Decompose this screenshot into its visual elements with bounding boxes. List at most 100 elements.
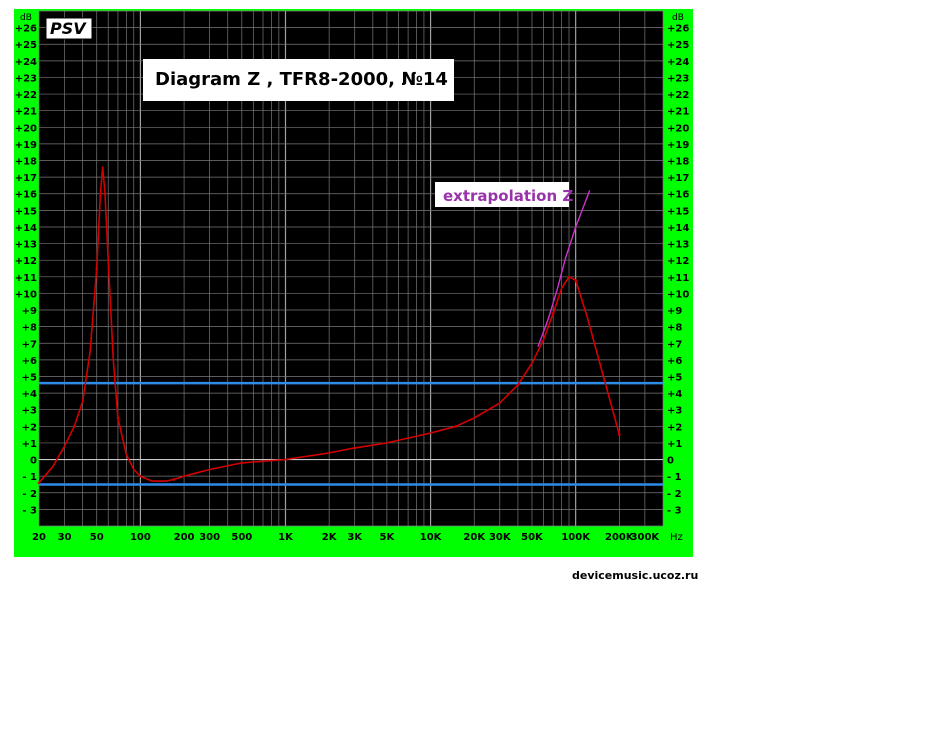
y-tick-label-right: +16 (667, 190, 689, 201)
data-point (37, 481, 41, 485)
x-tick-label: 300 (199, 532, 220, 543)
annotation-box: extrapolation Z (435, 182, 573, 207)
y-tick-label-left: +12 (15, 256, 37, 267)
x-tick-label: 3K (347, 532, 363, 543)
y-tick-label-left: +24 (15, 57, 37, 68)
y-tick-label-right: +4 (667, 389, 682, 400)
x-tick-label: 50K (521, 532, 544, 543)
y-tick-label-left: +21 (15, 107, 37, 118)
x-tick-label: 100 (130, 532, 151, 543)
y-tick-label-left: +1 (22, 439, 37, 450)
y-tick-label-left: +22 (15, 90, 37, 101)
annotation-text: extrapolation Z (443, 187, 573, 205)
x-tick-label: 50 (90, 532, 104, 543)
y-tick-label-right: +22 (667, 90, 689, 101)
y-tick-label-right: +6 (667, 356, 682, 367)
data-point (551, 312, 555, 315)
y-tick-label-right: +20 (667, 123, 689, 134)
y-tick-label-right: +15 (667, 206, 689, 217)
data-point (95, 267, 99, 270)
y-tick-label-right: +17 (667, 173, 689, 184)
y-tick-label-left: +16 (15, 190, 37, 201)
chart-title: Diagram Z , TFR8-2000, №14 (155, 69, 448, 90)
y-tick-label-left: +8 (22, 323, 37, 334)
impedance-chart-svg: +26 +26+25 +25+24 +24+23 +23+22 +22+21 +21+20 +… (14, 9, 693, 557)
x-tick-label: 500 (231, 532, 252, 543)
psv-badge: PSV (45, 17, 93, 40)
y-tick-label-left: +19 (15, 140, 37, 151)
y-tick-label-right: +23 (667, 73, 689, 84)
watermark: devicemusic.ucoz.ru (572, 569, 699, 582)
y-tick-label-right: +11 (667, 273, 689, 284)
x-tick-label: 100K (561, 532, 591, 543)
x-tick-label: 30 (58, 532, 72, 543)
data-point (172, 478, 176, 481)
data-point (454, 425, 458, 428)
data-point (353, 446, 357, 450)
x-tick-label: 1K (278, 532, 294, 543)
y-tick-label-left: +17 (15, 173, 37, 184)
x-tick-label: 2K (322, 532, 338, 543)
y-tick-label-right: +3 (667, 406, 682, 417)
x-tick-label: 300K (631, 532, 661, 543)
data-point (574, 278, 577, 282)
y-tick-label-right: +24 (667, 57, 689, 68)
data-point (116, 416, 120, 420)
y-tick-label-right: +10 (667, 289, 689, 300)
y-axis-unit-left: dB (20, 13, 32, 23)
x-tick-label: 20K (463, 532, 486, 543)
x-axis-unit: Hz (670, 532, 683, 543)
data-point (240, 461, 244, 465)
y-tick-label-left: +15 (15, 206, 37, 217)
y-tick-label-right: +8 (667, 323, 682, 334)
y-tick-label-left: +20 (15, 123, 37, 134)
data-point (72, 425, 76, 428)
y-tick-label-right: +2 (667, 422, 682, 433)
y-tick-label-right: +13 (667, 240, 689, 251)
y-tick-label-left: +26 (15, 24, 37, 35)
badge-text: PSV (50, 19, 87, 38)
data-point (103, 192, 107, 196)
y-tick-label-left: +13 (15, 240, 37, 251)
x-tick-label: 5K (380, 532, 396, 543)
y-tick-label-left: +4 (22, 389, 37, 400)
data-point (139, 474, 142, 478)
y-axis-unit-right: dB (672, 13, 684, 23)
data-point (516, 383, 520, 387)
y-tick-label-left: +11 (15, 273, 37, 284)
y-tick-label-left: +25 (15, 40, 37, 51)
y-tick-label-right: +14 (667, 223, 689, 234)
x-tick-label: 20 (32, 532, 46, 543)
y-tick-label-left: +10 (15, 289, 37, 300)
y-tick-label-right: - 2 (667, 489, 682, 500)
y-tick-label-left: - 3 (22, 505, 37, 516)
y-tick-label-right: +25 (667, 40, 689, 51)
y-tick-label-right: 0 (667, 456, 674, 467)
y-tick-label-left: +5 (22, 372, 37, 383)
y-tick-label-left: +18 (15, 157, 37, 168)
y-tick-label-left: 0 (30, 456, 37, 467)
chart: +26 +26 +25 +25 +24 +24 +23 +23 +22 +22 +21 +21 +20 +… (0, 0, 929, 729)
y-tick-label-right: +9 (667, 306, 682, 317)
y-tick-label-left: +2 (22, 422, 37, 433)
x-tick-label: 30K (489, 532, 512, 543)
y-tick-label-left: - 2 (22, 489, 37, 500)
y-tick-label-right: +21 (667, 107, 689, 118)
title-box: Diagram Z , TFR8-2000, №14 (143, 59, 454, 101)
x-tick-label: 200 (174, 532, 195, 543)
y-tick-label-right: - 3 (667, 505, 682, 516)
y-tick-label-right: +7 (667, 339, 682, 350)
y-tick-label-left: +3 (22, 406, 37, 417)
y-tick-label-right: +12 (667, 256, 689, 267)
y-tick-label-right: +18 (667, 157, 689, 168)
y-tick-label-left: +6 (22, 356, 37, 367)
y-tick-label-right: - 1 (667, 472, 682, 483)
y-tick-label-right: +1 (667, 439, 682, 450)
y-tick-label-left: +9 (22, 306, 37, 317)
data-point (618, 433, 621, 436)
y-tick-label-left: +23 (15, 73, 37, 84)
y-tick-label-right: +26 (667, 24, 689, 35)
y-tick-label-left: - 1 (22, 472, 37, 483)
x-tick-label: 10K (420, 532, 443, 543)
y-tick-label-left: +7 (22, 339, 37, 350)
